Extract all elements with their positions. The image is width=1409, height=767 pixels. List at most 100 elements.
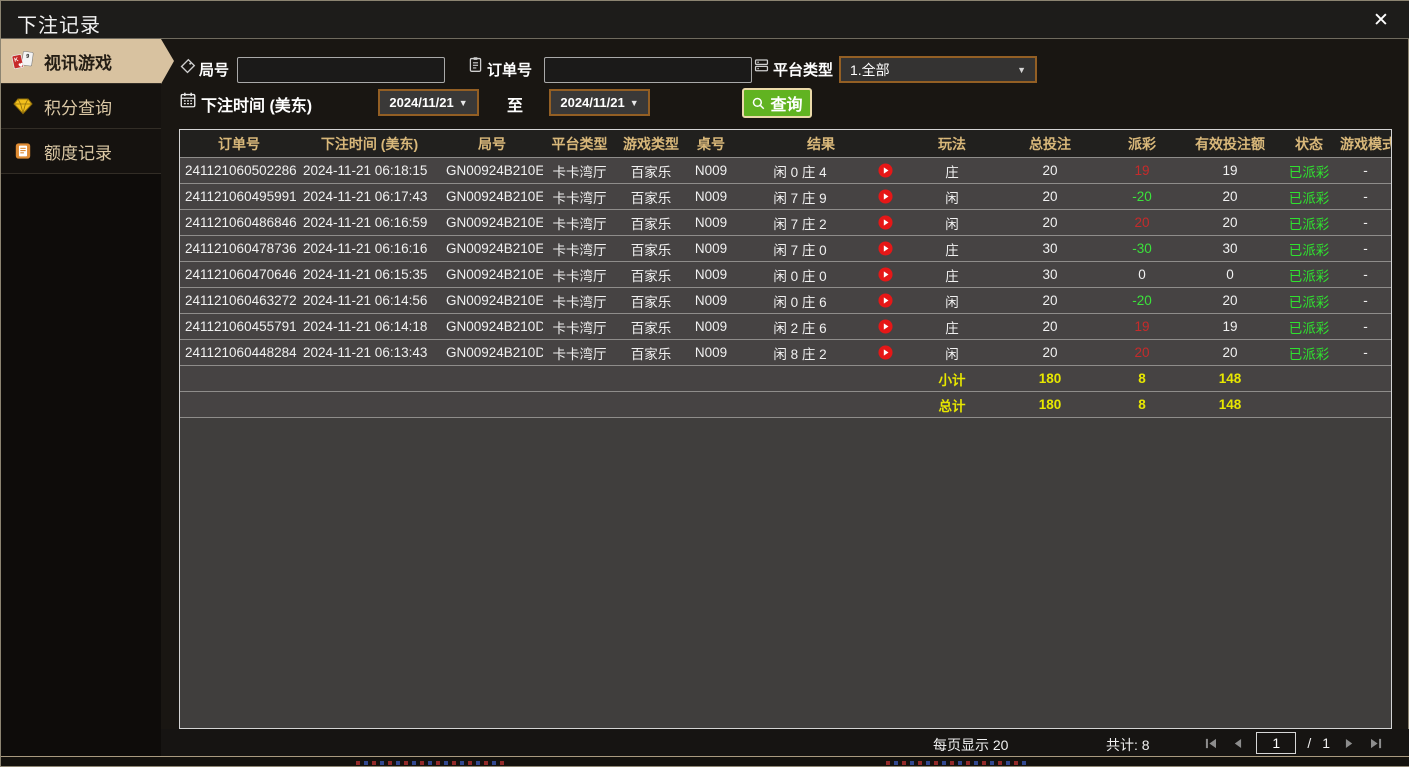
cell-game: 百家乐 <box>630 268 672 284</box>
search-icon <box>751 96 766 111</box>
cell-platform: 卡卡湾厅 <box>552 320 607 336</box>
first-page-icon[interactable] <box>1202 733 1218 753</box>
sidebar-item-label: 额度记录 <box>44 143 112 163</box>
cell-time: 2024-11-21 06:18:15 <box>303 163 428 178</box>
prev-page-icon[interactable] <box>1229 733 1245 753</box>
cell-game: 百家乐 <box>630 242 672 258</box>
replay-play-icon[interactable] <box>864 241 906 256</box>
col-header-platform: 平台类型 <box>551 135 608 152</box>
subtotal-payout: 8 <box>1138 371 1146 386</box>
cell-order: 241121060495991 <box>185 189 297 204</box>
cell-game: 百家乐 <box>630 320 672 336</box>
cell-playtype: 闲 <box>945 190 959 206</box>
table-row[interactable]: 241121060486846 2024-11-21 06:16:59 GN00… <box>180 210 1391 236</box>
col-header-status: 状态 <box>1295 135 1323 152</box>
sidebar-item-quota-records[interactable]: 额度记录 <box>1 129 161 174</box>
close-icon[interactable]: ✕ <box>1368 8 1394 34</box>
date-from-value: 2024/11/21 <box>389 95 454 110</box>
sidebar-item-video-games[interactable]: 9 K 视讯游戏 <box>1 39 174 84</box>
replay-play-icon[interactable] <box>864 163 906 178</box>
cell-time: 2024-11-21 06:15:35 <box>303 267 428 282</box>
replay-play-icon[interactable] <box>864 267 906 282</box>
date-from-picker[interactable]: 2024/11/21 ▼ <box>378 89 479 116</box>
round-number-input[interactable] <box>237 57 445 83</box>
replay-play-icon[interactable] <box>864 319 906 334</box>
cell-order: 241121060448284 <box>185 345 297 360</box>
col-header-payout: 派彩 <box>1128 135 1156 152</box>
cell-result: 闲 8 庄 2 <box>773 346 827 362</box>
cell-validbet: 20 <box>1222 215 1238 230</box>
per-page-value: 20 <box>992 737 1009 753</box>
platform-type-icon <box>753 57 770 79</box>
cell-table: N009 <box>694 293 728 308</box>
cell-platform: 卡卡湾厅 <box>552 242 607 258</box>
replay-play-icon[interactable] <box>864 215 906 230</box>
replay-play-icon[interactable] <box>864 189 906 204</box>
cell-round: GN00924B210E0 <box>446 293 543 308</box>
order-number-input[interactable] <box>544 57 752 83</box>
table-row[interactable]: 241121060478736 2024-11-21 06:16:16 GN00… <box>180 236 1391 262</box>
cell-game: 百家乐 <box>630 294 672 310</box>
replay-play-icon[interactable] <box>864 345 906 360</box>
per-page-text: 每页显示 20 <box>933 735 1008 755</box>
cell-order: 241121060502286 <box>185 163 297 178</box>
cell-table: N009 <box>694 267 728 282</box>
cell-game: 百家乐 <box>630 216 672 232</box>
cell-status: 已派彩 <box>1288 320 1330 336</box>
cell-payout: -20 <box>1132 293 1152 308</box>
cell-validbet: 0 <box>1226 267 1234 282</box>
bet-records-table: 订单号 下注时间 (美东) 局号 平台类型 游戏类型 桌号 结果 玩法 总投注 … <box>179 129 1392 729</box>
cell-result: 闲 7 庄 0 <box>773 242 827 258</box>
subtotal-label: 小计 <box>938 372 966 388</box>
chevron-down-icon: ▼ <box>458 97 468 108</box>
table-row[interactable]: 241121060502286 2024-11-21 06:18:15 GN00… <box>180 158 1391 184</box>
grand-total-payout: 8 <box>1138 397 1146 412</box>
cell-status: 已派彩 <box>1288 216 1330 232</box>
cell-order: 241121060486846 <box>185 215 297 230</box>
cell-payout: 20 <box>1134 215 1150 230</box>
col-header-validbet: 有效投注额 <box>1195 135 1265 152</box>
table-row[interactable]: 241121060470646 2024-11-21 06:15:35 GN00… <box>180 262 1391 288</box>
table-row[interactable]: 241121060495991 2024-11-21 06:17:43 GN00… <box>180 184 1391 210</box>
cell-mode: - <box>1363 241 1368 256</box>
subtotal-total-bet: 180 <box>1038 371 1062 386</box>
col-header-order: 订单号 <box>218 135 260 152</box>
cell-status: 已派彩 <box>1288 190 1330 206</box>
page-number-input[interactable] <box>1256 732 1297 754</box>
cell-table: N009 <box>694 319 728 334</box>
cell-result: 闲 7 庄 9 <box>773 190 827 206</box>
cell-totalbet: 30 <box>1042 267 1058 282</box>
cell-status: 已派彩 <box>1288 164 1330 180</box>
cell-time: 2024-11-21 06:14:56 <box>303 293 428 308</box>
date-to-picker[interactable]: 2024/11/21 ▼ <box>549 89 650 116</box>
cell-mode: - <box>1363 215 1368 230</box>
cell-round: GN00924B210E4 <box>446 189 543 204</box>
col-header-round: 局号 <box>478 135 506 152</box>
page-title: 下注记录 <box>17 15 101 37</box>
table-row[interactable]: 241121060448284 2024-11-21 06:13:43 GN00… <box>180 340 1391 366</box>
round-number-label: 局号 <box>199 62 230 79</box>
cell-validbet: 19 <box>1222 163 1238 178</box>
cell-result: 闲 0 庄 0 <box>773 268 827 284</box>
cell-result: 闲 2 庄 6 <box>773 320 827 336</box>
per-page-label: 每页显示 <box>933 737 989 753</box>
col-header-totalbet: 总投注 <box>1029 135 1071 152</box>
next-page-icon[interactable] <box>1341 733 1357 753</box>
cell-game: 百家乐 <box>630 164 672 180</box>
cell-platform: 卡卡湾厅 <box>552 268 607 284</box>
cell-validbet: 30 <box>1222 241 1238 256</box>
cell-platform: 卡卡湾厅 <box>552 294 607 310</box>
replay-play-icon[interactable] <box>864 293 906 308</box>
cell-mode: - <box>1363 319 1368 334</box>
grand-total-label: 总计 <box>938 398 966 414</box>
last-page-icon[interactable] <box>1368 733 1384 753</box>
title-bar: 下注记录 ✕ <box>1 1 1409 39</box>
query-button[interactable]: 查询 <box>742 88 812 118</box>
sidebar-item-points-query[interactable]: 积分查询 <box>1 84 161 129</box>
platform-type-select[interactable]: 1.全部 ▼ <box>839 56 1037 83</box>
table-row[interactable]: 241121060463272 2024-11-21 06:14:56 GN00… <box>180 288 1391 314</box>
table-row[interactable]: 241121060455791 2024-11-21 06:14:18 GN00… <box>180 314 1391 340</box>
cell-totalbet: 20 <box>1042 319 1058 334</box>
cell-totalbet: 20 <box>1042 189 1058 204</box>
background-game-strip <box>1 756 1409 766</box>
